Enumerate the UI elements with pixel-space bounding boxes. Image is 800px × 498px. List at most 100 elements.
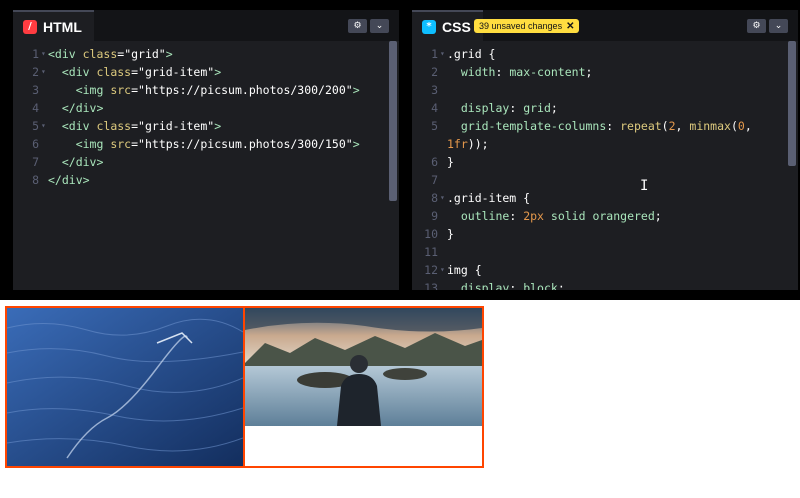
lake-landscape-picture (245, 308, 482, 426)
code-token: max-content (509, 65, 586, 79)
html-editor-panel: / HTML ⚙ ⌄ 1 ▾ <div class="grid"> 2 ▾ <div c… (13, 10, 399, 290)
code-token: = (131, 137, 139, 151)
line-number: 8 (431, 191, 438, 205)
css-code-line[interactable]: 5 grid-template-columns: repeat(2, minma… (412, 117, 784, 135)
code-token: 2 (668, 119, 676, 133)
code-text: } (447, 225, 454, 243)
tab-css[interactable]: * CSS (412, 10, 483, 41)
css-code-line[interactable]: 8 ▾ .grid-item { (412, 189, 784, 207)
line-number: 1 (431, 47, 438, 61)
code-token: </div> (61, 101, 104, 115)
css-scrollbar[interactable] (788, 41, 796, 166)
html-code-line[interactable]: 3 <img src="https://picsum.photos/300/20… (13, 81, 385, 99)
gear-icon: ⚙ (752, 21, 761, 31)
line-number: 7 (32, 155, 39, 169)
code-token: > (214, 119, 222, 133)
css-code-editor[interactable]: 1 ▾ .grid {2 width: max-content; 3 4 display… (412, 41, 798, 290)
html-code-line[interactable]: 6 <img src="https://picsum.photos/300/15… (13, 135, 385, 153)
css-tab-label: CSS (442, 18, 471, 35)
code-token: = (131, 83, 139, 97)
html-code-line[interactable]: 4 </div> (13, 99, 385, 117)
line-number: 11 (424, 245, 438, 259)
css-panel-header: * CSS 39 unsaved changes ✕ ⚙ ⌄ (412, 10, 798, 41)
grid-container (5, 306, 484, 468)
css-code-line[interactable]: 6} (412, 153, 784, 171)
code-token: </div> (48, 173, 90, 187)
code-text: img { (447, 261, 482, 279)
css-code-line[interactable]: 12 ▾ img { (412, 261, 784, 279)
line-number: 2 (32, 65, 39, 79)
code-token: : (509, 281, 524, 290)
css-code-line[interactable]: 4 display: grid; (412, 99, 784, 117)
css-code-line[interactable]: 1 ▾ .grid { (412, 45, 784, 63)
css-code-line[interactable]: 3 (412, 81, 784, 99)
code-token: , (744, 119, 752, 133)
code-editor-area: / HTML ⚙ ⌄ 1 ▾ <div class="grid"> 2 ▾ <div c… (0, 0, 800, 300)
html-scrollbar[interactable] (389, 41, 397, 201)
line-number: 5 (431, 119, 438, 133)
html-code-line[interactable]: 1 ▾ <div class="grid"> (13, 45, 385, 63)
grid-item-1 (5, 306, 245, 468)
unsaved-changes-badge[interactable]: 39 unsaved changes ✕ (474, 19, 580, 33)
fold-arrow-icon[interactable]: ▾ (440, 45, 445, 63)
html-settings-button[interactable]: ⚙ (348, 19, 367, 33)
css-code-line[interactable]: 10} (412, 225, 784, 243)
unsaved-changes-label: 39 unsaved changes (479, 21, 563, 31)
html-code-line[interactable]: 7 </div> (13, 153, 385, 171)
code-token: solid orangered (550, 209, 655, 223)
line-number: 3 (431, 83, 438, 97)
fold-arrow-icon[interactable]: ▾ (41, 45, 46, 63)
html-code-line[interactable]: 2 ▾ <div class="grid-item"> (13, 63, 385, 81)
css-code-line[interactable]: 13 display: block; (412, 279, 784, 290)
code-token: <img (75, 83, 111, 97)
code-token: , (675, 119, 690, 133)
code-text: <div class="grid-item"> (48, 117, 221, 135)
css-code-line[interactable]: 9 outline: 2px solid orangered; (412, 207, 784, 225)
html-code-line[interactable]: 5 ▾ <div class="grid-item"> (13, 117, 385, 135)
code-token: outline (460, 209, 510, 223)
fold-arrow-icon[interactable]: ▾ (41, 117, 46, 135)
fold-arrow-icon[interactable]: ▾ (440, 261, 445, 279)
code-token: 0 (737, 119, 745, 133)
code-token: "grid-item" (138, 65, 215, 79)
chevron-down-icon: ⌄ (774, 21, 783, 31)
code-token: img (447, 263, 475, 277)
code-token: .grid (447, 47, 489, 61)
tab-html[interactable]: / HTML (13, 10, 94, 41)
html-tab-label: HTML (43, 18, 82, 35)
html-code-line[interactable]: 8 </div> (13, 171, 385, 189)
code-token: "https://picsum.photos/300/150" (138, 137, 353, 151)
grid-item-2 (243, 306, 484, 468)
css-settings-button[interactable]: ⚙ (747, 19, 766, 33)
css-collapse-button[interactable]: ⌄ (769, 19, 788, 33)
code-token: class (82, 47, 118, 61)
line-number: 3 (32, 83, 39, 97)
css-header-buttons: ⚙ ⌄ (747, 19, 788, 33)
close-icon[interactable]: ✕ (566, 21, 574, 32)
css-code-line[interactable]: 11 (412, 243, 784, 261)
fold-arrow-icon[interactable]: ▾ (440, 189, 445, 207)
code-token: { (523, 191, 531, 205)
code-text: } (447, 153, 454, 171)
code-token: ; (585, 65, 593, 79)
html-collapse-button[interactable]: ⌄ (370, 19, 389, 33)
code-text: <div class="grid-item"> (48, 63, 221, 81)
chevron-down-icon: ⌄ (375, 21, 384, 31)
code-token: .grid-item (447, 191, 524, 205)
fold-arrow-icon[interactable]: ▾ (41, 63, 46, 81)
code-token: src (110, 83, 132, 97)
css-code-line[interactable]: 1fr)); (412, 135, 784, 153)
line-number: 8 (32, 173, 39, 187)
line-number: 5 (32, 119, 39, 133)
html-code-editor[interactable]: 1 ▾ <div class="grid"> 2 ▾ <div class="grid-… (13, 41, 399, 290)
code-text: <img src="https://picsum.photos/300/200"… (48, 81, 360, 99)
ocean-wave-picture (7, 308, 243, 466)
code-token: grid-template-columns (460, 119, 607, 133)
css-code-line[interactable]: 7 (412, 171, 784, 189)
css-code-line[interactable]: 2 width: max-content; (412, 63, 784, 81)
css-editor-panel: * CSS 39 unsaved changes ✕ ⚙ ⌄ 1 ▾ .grid {… (412, 10, 798, 290)
